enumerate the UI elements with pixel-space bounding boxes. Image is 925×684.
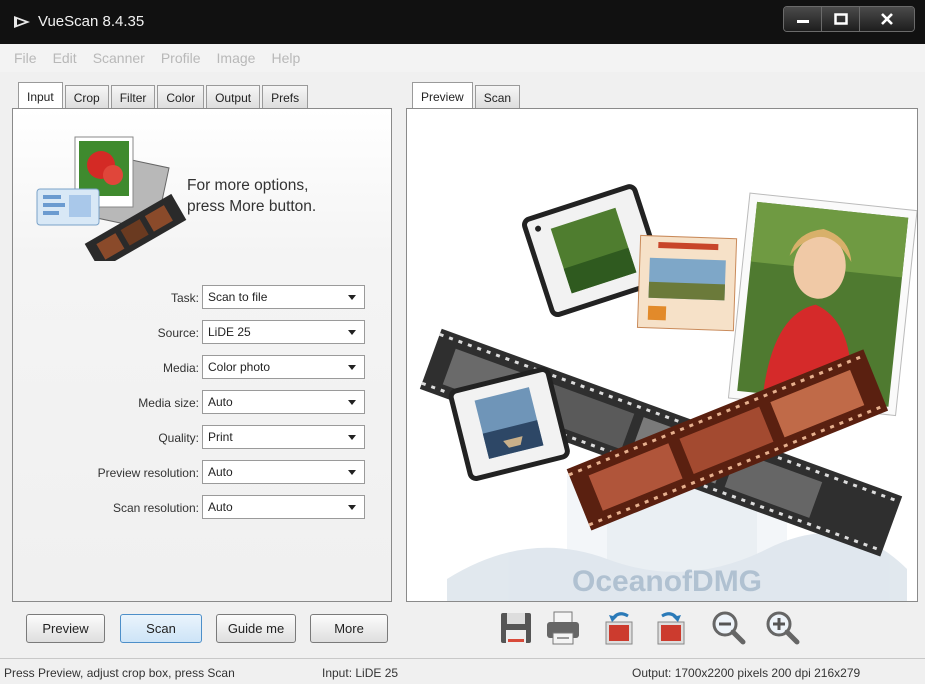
close-icon xyxy=(881,13,893,25)
media-size-row: Media size: Auto xyxy=(13,390,393,416)
vuescan-logo-icon xyxy=(14,16,30,28)
close-button[interactable] xyxy=(860,7,914,31)
source-select[interactable]: LiDE 25 xyxy=(202,320,365,344)
tab-color[interactable]: Color xyxy=(157,85,205,109)
view-tabs: Preview Scan xyxy=(412,81,522,110)
chevron-down-icon xyxy=(348,365,356,370)
scan-resolution-label: Scan resolution: xyxy=(112,501,199,515)
scan-media-illustration xyxy=(36,136,187,261)
media-row: Media: Color photo xyxy=(13,355,393,381)
more-button[interactable]: More xyxy=(310,614,388,643)
scan-resolution-select[interactable]: Auto xyxy=(202,495,365,519)
hint-line-1: For more options, xyxy=(187,177,309,194)
preview-panel: OceanofDMG xyxy=(406,108,918,602)
menu-image[interactable]: Image xyxy=(217,50,256,66)
task-select[interactable]: Scan to file xyxy=(202,285,365,309)
source-label: Source: xyxy=(157,326,199,340)
input-settings-panel: For more options, press More button. Tas… xyxy=(12,108,392,602)
scan-button[interactable]: Scan xyxy=(120,614,202,643)
source-value: LiDE 25 xyxy=(208,325,251,339)
quality-label: Quality: xyxy=(158,431,199,445)
preview-resolution-label: Preview resolution: xyxy=(97,466,199,480)
status-output: Output: 1700x2200 pixels 200 dpi 216x279 xyxy=(632,666,861,680)
minimize-button[interactable] xyxy=(784,7,822,31)
quality-value: Print xyxy=(208,430,233,444)
media-size-value: Auto xyxy=(208,395,233,409)
chevron-down-icon xyxy=(348,330,356,335)
window-controls xyxy=(783,6,915,32)
menu-edit[interactable]: Edit xyxy=(53,50,77,66)
menu-help[interactable]: Help xyxy=(271,50,300,66)
maximize-icon xyxy=(833,13,848,25)
window-title: VueScan 8.4.35 xyxy=(38,13,145,30)
watermark-text: OceanofDMG xyxy=(572,565,762,598)
rotate-right-icon[interactable] xyxy=(652,608,692,648)
chevron-down-icon xyxy=(348,295,356,300)
media-size-select[interactable]: Auto xyxy=(202,390,365,414)
menu-bar: File Edit Scanner Profile Image Help xyxy=(0,44,925,72)
task-row: Task: Scan to file xyxy=(13,285,393,311)
status-bar: Press Preview, adjust crop box, press Sc… xyxy=(0,658,925,684)
minimize-icon xyxy=(796,20,809,23)
title-bar: VueScan 8.4.35 xyxy=(0,0,925,44)
quality-select[interactable]: Print xyxy=(202,425,365,449)
status-hint: Press Preview, adjust crop box, press Sc… xyxy=(4,666,235,680)
chevron-down-icon xyxy=(348,505,356,510)
preview-image: OceanofDMG xyxy=(419,184,917,601)
zoom-out-icon[interactable] xyxy=(708,608,748,648)
task-label: Task: xyxy=(170,291,199,305)
preview-resolution-row: Preview resolution: Auto xyxy=(13,460,393,486)
rotate-left-icon[interactable] xyxy=(598,608,638,648)
tab-filter[interactable]: Filter xyxy=(110,85,156,109)
scan-resolution-value: Auto xyxy=(208,500,233,514)
task-value: Scan to file xyxy=(208,290,268,304)
save-icon[interactable] xyxy=(496,608,536,648)
menu-file[interactable]: File xyxy=(14,50,37,66)
media-select[interactable]: Color photo xyxy=(202,355,365,379)
scan-resolution-row: Scan resolution: Auto xyxy=(13,495,393,521)
settings-tabs: Input Crop Filter Color Output Prefs xyxy=(18,81,310,110)
guide-me-button[interactable]: Guide me xyxy=(216,614,296,643)
chevron-down-icon xyxy=(348,435,356,440)
media-size-label: Media size: xyxy=(138,396,199,410)
tab-prefs[interactable]: Prefs xyxy=(262,85,309,109)
tab-preview[interactable]: Preview xyxy=(412,82,473,110)
source-row: Source: LiDE 25 xyxy=(13,320,393,346)
tab-output[interactable]: Output xyxy=(206,85,261,109)
preview-resolution-select[interactable]: Auto xyxy=(202,460,365,484)
hint-line-2: press More button. xyxy=(187,198,317,215)
print-icon[interactable] xyxy=(543,608,583,648)
preview-resolution-value: Auto xyxy=(208,465,233,479)
preview-button[interactable]: Preview xyxy=(26,614,105,643)
tab-crop[interactable]: Crop xyxy=(64,85,109,109)
maximize-button[interactable] xyxy=(822,7,860,31)
menu-profile[interactable]: Profile xyxy=(161,50,201,66)
quality-row: Quality: Print xyxy=(13,425,393,451)
tab-input[interactable]: Input xyxy=(18,82,63,110)
status-input: Input: LiDE 25 xyxy=(322,666,399,680)
tab-scan[interactable]: Scan xyxy=(474,85,521,109)
more-options-hint: For more options, press More button. xyxy=(187,175,367,217)
postcard xyxy=(636,234,738,332)
menu-scanner[interactable]: Scanner xyxy=(93,50,145,66)
media-value: Color photo xyxy=(208,360,271,374)
chevron-down-icon xyxy=(348,400,356,405)
media-label: Media: xyxy=(162,361,199,375)
zoom-in-icon[interactable] xyxy=(762,608,802,648)
chevron-down-icon xyxy=(348,470,356,475)
